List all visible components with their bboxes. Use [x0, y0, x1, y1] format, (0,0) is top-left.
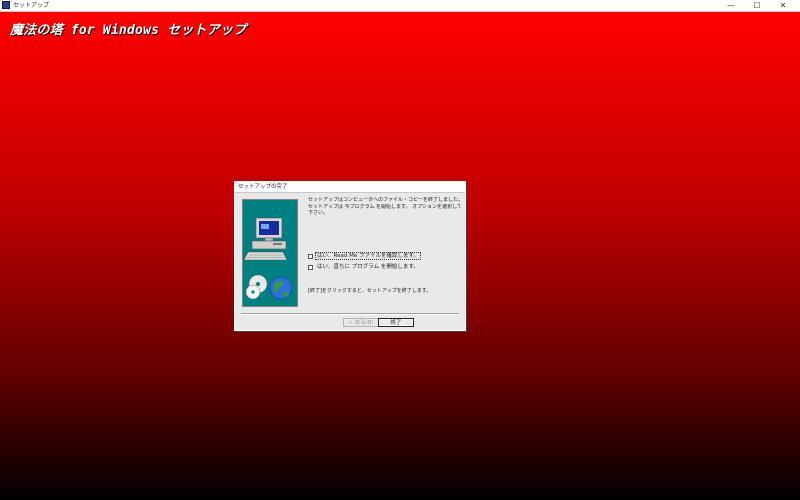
completion-message: セットアップはコンピュータへのファイル・コピーを終了しました。 セットアップは …: [308, 197, 460, 217]
readme-checkbox[interactable]: [308, 253, 313, 259]
maximize-button[interactable]: ☐: [744, 0, 770, 11]
launch-program-checkbox-option[interactable]: はい、直ちに プログラム を開始します。: [308, 263, 420, 272]
window-titlebar: セットアップ — ☐ ✕: [0, 0, 800, 12]
dialog-title: セットアップの完了: [238, 184, 288, 190]
launch-program-checkbox-label[interactable]: はい、直ちに プログラム を開始します。: [316, 264, 420, 270]
finish-instruction: [終了]をクリックすると、セットアップを終了します。: [308, 288, 432, 294]
window-title: セットアップ: [13, 2, 50, 9]
readme-checkbox-label[interactable]: はい、Read Me ファイルを確認します。: [315, 252, 421, 260]
dialog-separator: [241, 313, 459, 315]
setup-complete-dialog: セットアップの完了 セットアップはコンピュータへのファイル・コピーを終了しました…: [234, 181, 466, 331]
launch-program-checkbox[interactable]: [308, 264, 313, 270]
setup-background: 魔法の塔 for Windows セットアップ セットアップの完了 セットアップ…: [0, 12, 800, 500]
computer-cd-globe-illustration: [242, 199, 298, 307]
setup-banner-title: 魔法の塔 for Windows セットアップ: [10, 23, 247, 38]
readme-checkbox-option[interactable]: はい、Read Me ファイルを確認します。: [308, 252, 421, 261]
back-button[interactable]: < 戻る(B): [343, 318, 379, 327]
message-line: セットアップはコンピュータへのファイル・コピーを終了しました。: [308, 197, 460, 203]
message-line: 下さい。: [308, 210, 329, 216]
finish-button[interactable]: 終了: [378, 318, 414, 327]
close-button[interactable]: ✕: [770, 0, 796, 11]
message-line: セットアップは 今プログラム を開始します。 オプションを選択して: [308, 203, 460, 210]
dialog-titlebar: セットアップの完了: [235, 182, 465, 193]
setup-app-icon: [2, 1, 10, 9]
minimize-button[interactable]: —: [718, 0, 744, 11]
